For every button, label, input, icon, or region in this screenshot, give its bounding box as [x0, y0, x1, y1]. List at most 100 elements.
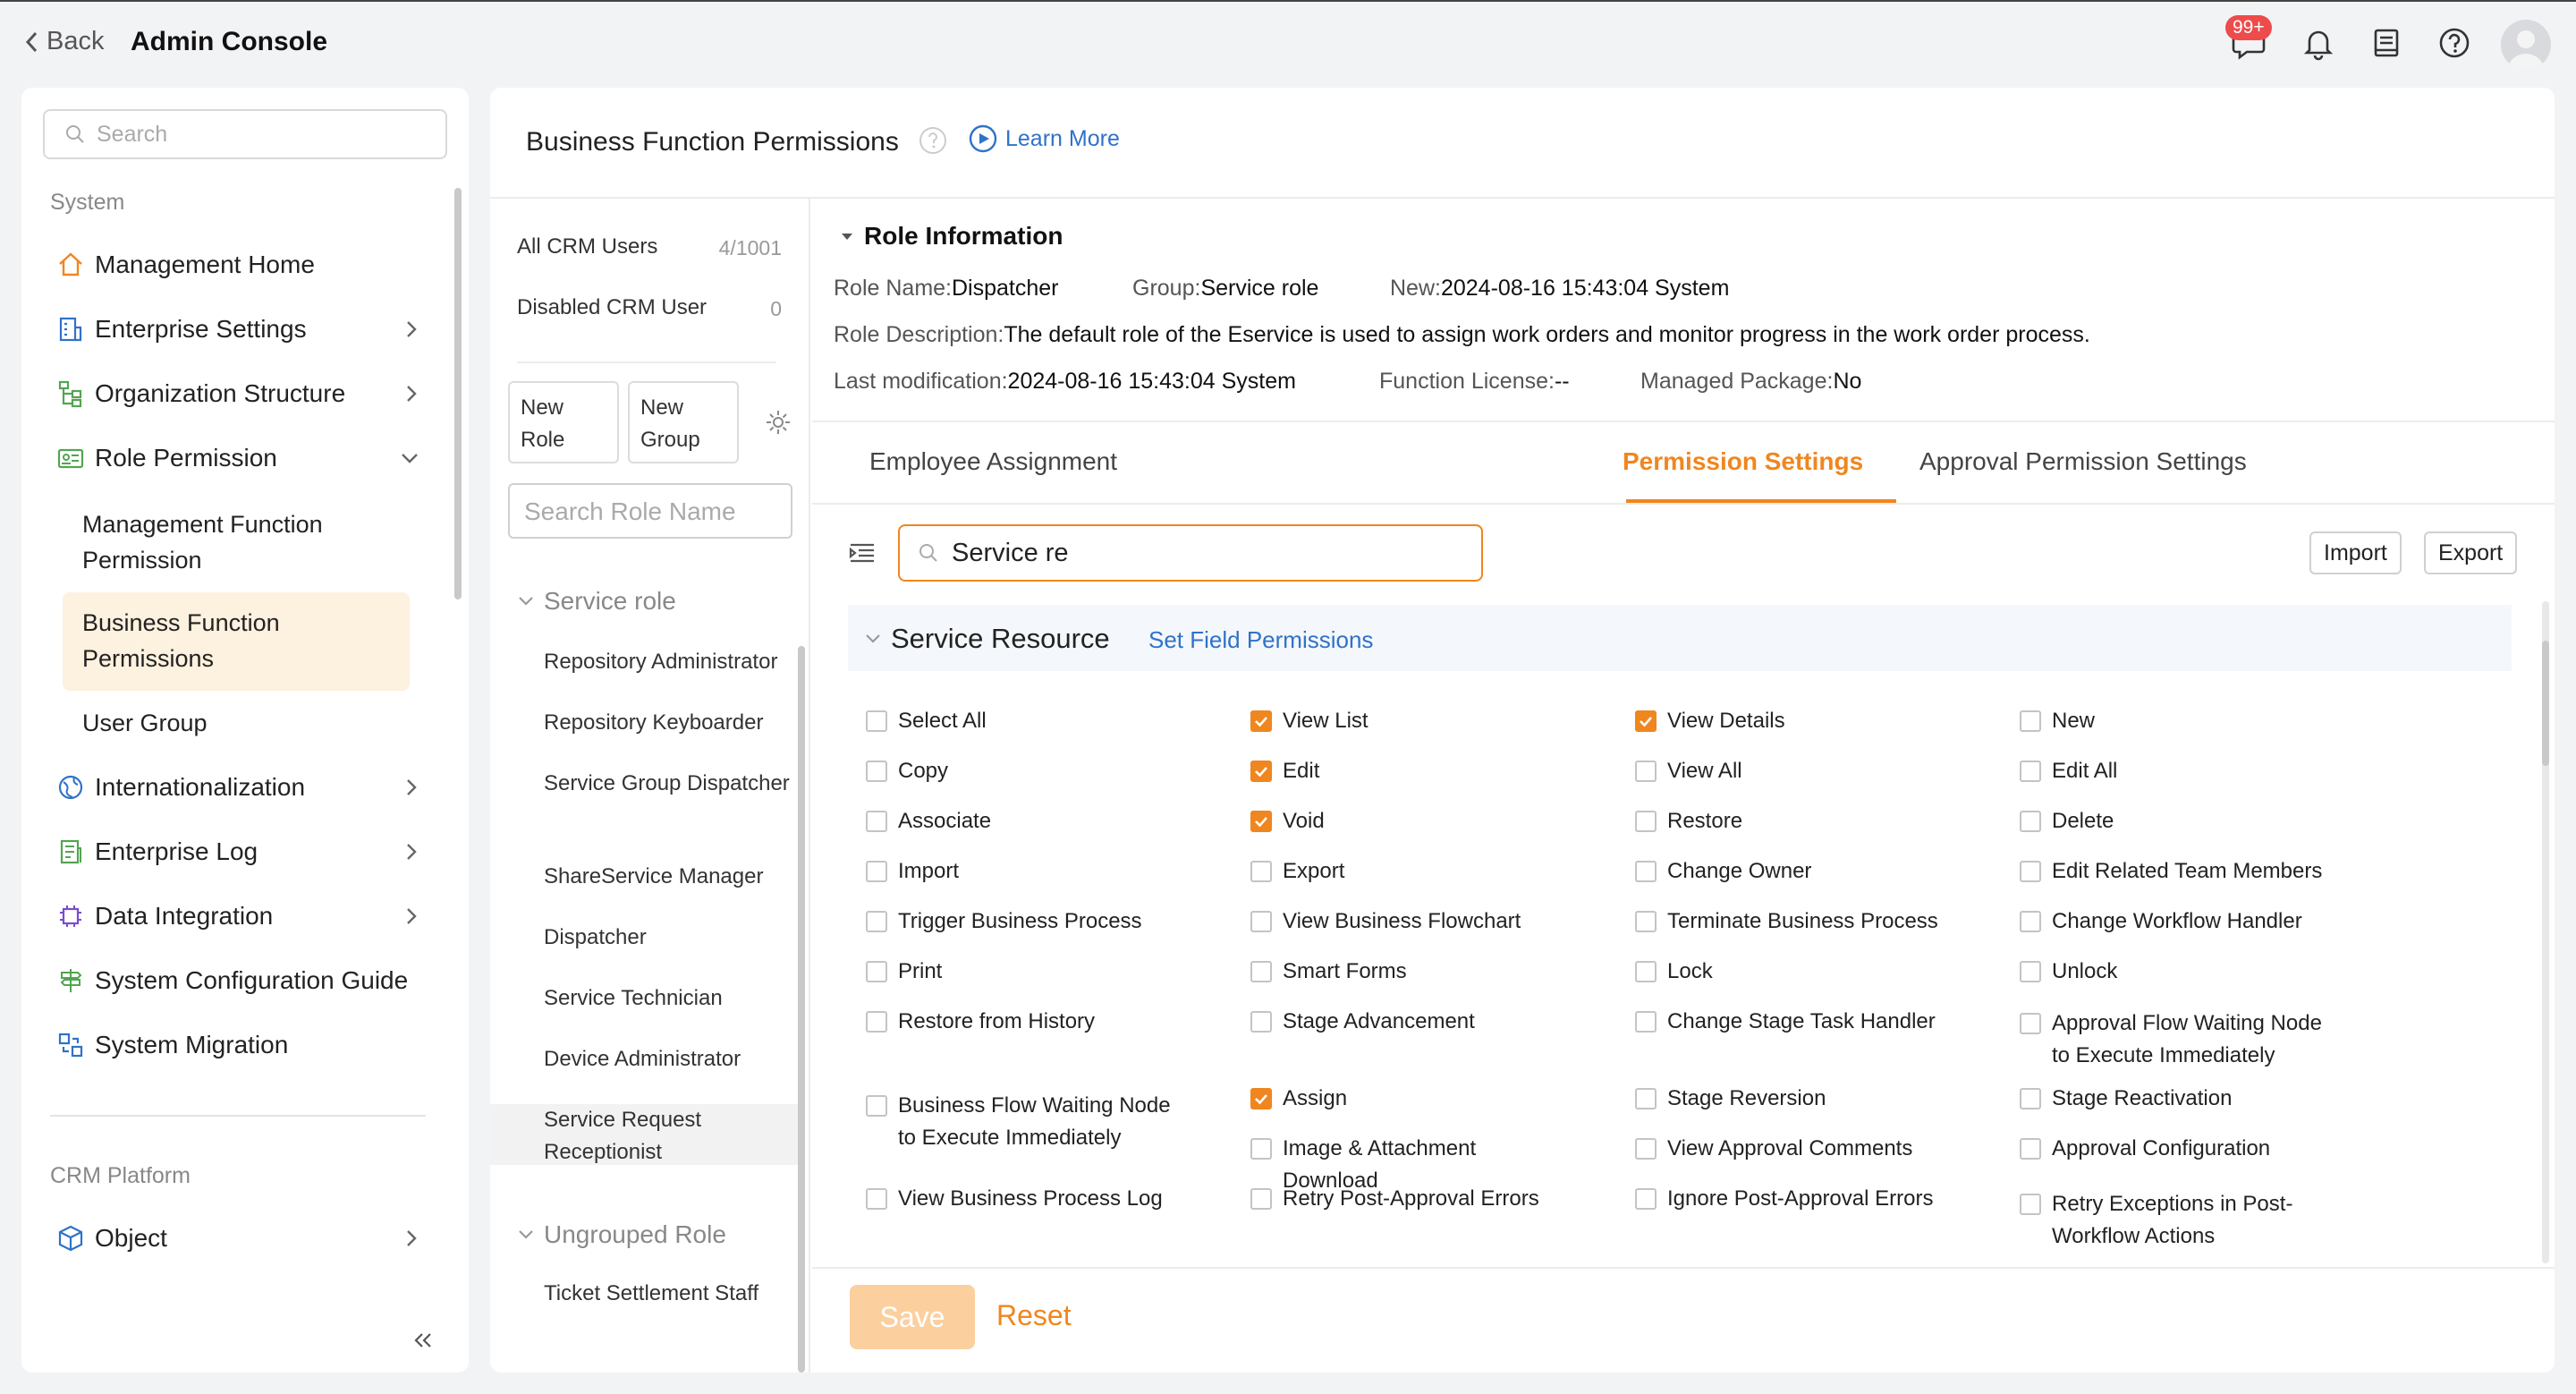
checkbox-unchecked-icon[interactable] [1635, 1011, 1657, 1033]
permission-checkbox[interactable]: Approval Flow Waiting Node to Execute Im… [2020, 1007, 2333, 1072]
permission-checkbox[interactable]: Ignore Post-Approval Errors [1635, 1183, 1948, 1215]
checkbox-unchecked-icon[interactable] [2020, 1194, 2041, 1215]
sidebar-scrollbar[interactable] [454, 188, 462, 599]
permission-checkbox[interactable]: Stage Advancement [1250, 1006, 1563, 1038]
permission-checkbox[interactable]: Retry Exceptions in Post-Workflow Action… [2020, 1188, 2333, 1253]
permission-checkbox[interactable]: Retry Post-Approval Errors [1250, 1183, 1563, 1215]
checkbox-unchecked-icon[interactable] [1250, 861, 1272, 882]
tab-employee-assignment[interactable]: Employee Assignment [869, 447, 1117, 476]
permission-checkbox[interactable]: Edit Related Team Members [2020, 855, 2333, 888]
sidebar-item-object[interactable]: Object [55, 1213, 440, 1263]
sidebar-item-system-migration[interactable]: System Migration [55, 1020, 440, 1070]
content-scrollbar-thumb[interactable] [2542, 641, 2549, 766]
role-item[interactable]: ShareService Manager [544, 861, 794, 893]
import-button[interactable]: Import [2309, 531, 2402, 574]
role-search-input[interactable]: Search Role Name [508, 483, 792, 539]
sidebar-search-input[interactable]: Search [43, 109, 447, 159]
permission-checkbox[interactable]: Associate [866, 805, 1179, 837]
save-button[interactable]: Save [850, 1285, 975, 1349]
tab-approval-permission-settings[interactable]: Approval Permission Settings [1919, 447, 2247, 476]
sidebar-item-enterprise-settings[interactable]: Enterprise Settings [55, 304, 440, 354]
permission-search-input[interactable]: Service re [898, 524, 1483, 582]
tasks-icon[interactable] [2368, 25, 2404, 61]
permission-checkbox[interactable]: View Business Process Log [866, 1183, 1179, 1215]
checkbox-unchecked-icon[interactable] [2020, 961, 2041, 982]
checkbox-unchecked-icon[interactable] [2020, 911, 2041, 932]
permission-checkbox[interactable]: View Details [1635, 705, 1948, 737]
sidebar-item-data-integration[interactable]: Data Integration [55, 891, 440, 941]
permission-checkbox[interactable]: Unlock [2020, 956, 2333, 988]
permission-checkbox[interactable]: Restore [1635, 805, 1948, 837]
checkbox-unchecked-icon[interactable] [2020, 761, 2041, 782]
permission-checkbox[interactable]: Void [1250, 805, 1563, 837]
role-item[interactable]: Device Administrator [544, 1043, 794, 1075]
new-role-button[interactable]: New Role [508, 381, 619, 463]
permission-checkbox[interactable]: Print [866, 956, 1179, 988]
permission-checkbox[interactable]: Copy [866, 755, 1179, 787]
checkbox-unchecked-icon[interactable] [866, 961, 887, 982]
permission-checkbox[interactable]: Smart Forms [1250, 956, 1563, 988]
checkbox-unchecked-icon[interactable] [866, 1188, 887, 1210]
role-item[interactable]: Service Request Receptionist [544, 1104, 794, 1169]
checkbox-unchecked-icon[interactable] [2020, 1138, 2041, 1160]
checkbox-unchecked-icon[interactable] [1635, 911, 1657, 932]
checkbox-unchecked-icon[interactable] [866, 861, 887, 882]
checkbox-unchecked-icon[interactable] [866, 761, 887, 782]
checkbox-checked-icon[interactable] [1250, 710, 1272, 732]
permission-checkbox[interactable]: Approval Configuration [2020, 1133, 2333, 1165]
role-item[interactable]: Service Group Dispatcher [544, 768, 794, 800]
permission-checkbox[interactable]: Business Flow Waiting Node to Execute Im… [866, 1090, 1179, 1154]
checkbox-checked-icon[interactable] [1250, 811, 1272, 832]
permission-checkbox[interactable]: View Business Flowchart [1250, 905, 1563, 938]
checkbox-unchecked-icon[interactable] [1635, 811, 1657, 832]
permission-checkbox[interactable]: Terminate Business Process [1635, 905, 1948, 938]
sidebar-item-organization-structure[interactable]: Organization Structure [55, 369, 440, 419]
checkbox-checked-icon[interactable] [1250, 1088, 1272, 1109]
sidebar-subitem-business-function-permissions[interactable]: Business Function Permissions [63, 592, 410, 691]
help-icon[interactable] [2436, 25, 2472, 61]
disabled-crm-user[interactable]: Disabled CRM User [517, 295, 707, 320]
checkbox-unchecked-icon[interactable] [866, 1095, 887, 1117]
role-item[interactable]: Service Technician [544, 982, 794, 1015]
checkbox-unchecked-icon[interactable] [2020, 710, 2041, 732]
checkbox-checked-icon[interactable] [1635, 710, 1657, 732]
sidebar-item-role-permission[interactable]: Role Permission [55, 433, 440, 483]
set-field-permissions-link[interactable]: Set Field Permissions [1148, 626, 1373, 654]
user-avatar[interactable] [2501, 20, 2551, 70]
sidebar-subitem-user-group[interactable]: User Group [63, 705, 431, 741]
permission-checkbox[interactable]: Export [1250, 855, 1563, 888]
sidebar-item-system-configuration-guide[interactable]: System Configuration Guide [55, 956, 440, 1006]
back-button[interactable]: Back [23, 27, 104, 56]
checkbox-unchecked-icon[interactable] [1635, 1188, 1657, 1210]
checkbox-unchecked-icon[interactable] [1635, 961, 1657, 982]
permission-checkbox[interactable]: Select All [866, 705, 1179, 737]
new-group-button[interactable]: New Group [628, 381, 739, 463]
permission-checkbox[interactable]: Edit [1250, 755, 1563, 787]
permission-checkbox[interactable]: View All [1635, 755, 1948, 787]
checkbox-unchecked-icon[interactable] [1635, 1138, 1657, 1160]
checkbox-unchecked-icon[interactable] [1250, 1188, 1272, 1210]
permission-checkbox[interactable]: Restore from History [866, 1006, 1179, 1038]
settings-gear-icon[interactable] [764, 408, 792, 437]
checkbox-unchecked-icon[interactable] [866, 710, 887, 732]
collapse-sidebar-icon[interactable] [411, 1330, 436, 1351]
checkbox-unchecked-icon[interactable] [1635, 761, 1657, 782]
all-crm-users[interactable]: All CRM Users [517, 234, 657, 259]
learn-more-link[interactable]: Learn More [968, 123, 1120, 154]
permission-checkbox[interactable]: Stage Reversion [1635, 1083, 1948, 1115]
outline-toggle-icon[interactable] [848, 539, 877, 567]
role-item[interactable]: Repository Administrator [544, 646, 794, 678]
sidebar-item-enterprise-log[interactable]: Enterprise Log [55, 827, 440, 877]
bell-icon[interactable] [2301, 25, 2336, 61]
checkbox-unchecked-icon[interactable] [2020, 861, 2041, 882]
checkbox-unchecked-icon[interactable] [1250, 1138, 1272, 1160]
permission-checkbox[interactable]: View Approval Comments [1635, 1133, 1948, 1165]
role-information-heading[interactable]: Role Information [839, 222, 1063, 251]
checkbox-unchecked-icon[interactable] [1635, 861, 1657, 882]
checkbox-checked-icon[interactable] [1250, 761, 1272, 782]
permission-checkbox[interactable]: Change Stage Task Handler [1635, 1006, 1948, 1038]
reset-button[interactable]: Reset [996, 1299, 1072, 1332]
role-list-scrollbar[interactable] [798, 646, 805, 1373]
permission-checkbox[interactable]: Change Workflow Handler [2020, 905, 2333, 938]
permission-checkbox[interactable]: Import [866, 855, 1179, 888]
